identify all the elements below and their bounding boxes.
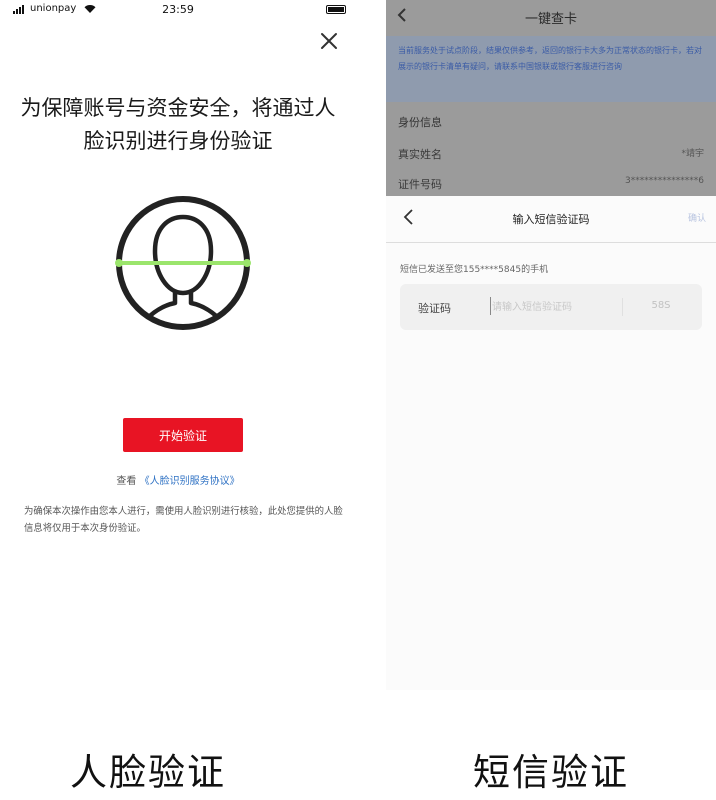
field-label: 真实姓名 <box>398 148 442 161</box>
page-title: 为保障账号与资金安全，将通过人脸识别进行身份验证 <box>20 96 336 153</box>
face-scan-icon <box>115 196 251 330</box>
background-page-title: 一键查卡 <box>524 12 577 27</box>
field-label: 证件号码 <box>398 178 442 191</box>
battery-icon <box>326 5 346 14</box>
pilot-notice-banner: 当前服务处于试点阶段，结果仅供参考，返回的银行卡大多为正常状态的银行卡，若对展示… <box>386 36 716 102</box>
divider <box>622 298 623 316</box>
privacy-notice: 为确保本次操作由您本人进行，需使用人脸识别进行核验，此处您提供的人脸信息将仅用于… <box>24 506 343 534</box>
agreement-line: 查看 《人脸识别服务协议》 <box>0 472 356 487</box>
dimmed-background-page: 一键查卡 当前服务处于试点阶段，结果仅供参考，返回的银行卡大多为正常状态的银行卡… <box>386 0 716 196</box>
caption-sms-verification: 短信验证 <box>473 751 629 794</box>
sheet-title: 输入短信验证码 <box>512 213 590 226</box>
field-value: *靖宇 <box>681 149 704 159</box>
sms-code-input[interactable] <box>492 297 622 317</box>
status-time: 23:59 <box>162 3 194 16</box>
caption-face-verification: 人脸验证 <box>70 751 226 794</box>
sms-verification-screen: 一键查卡 当前服务处于试点阶段，结果仅供参考，返回的银行卡大多为正常状态的银行卡… <box>386 0 716 690</box>
code-label: 验证码 <box>418 302 451 315</box>
id-number-row: 证件号码 3***************6 <box>398 176 704 198</box>
identity-section-label: 身份信息 <box>398 116 442 129</box>
agreement-prefix: 查看 <box>116 476 137 487</box>
start-verification-button[interactable]: 开始验证 <box>123 418 243 452</box>
divider <box>386 242 716 243</box>
field-value: 3***************6 <box>625 176 704 186</box>
text-cursor <box>490 297 491 315</box>
status-bar: unionpay 23:59 <box>0 0 356 18</box>
agreement-link[interactable]: 《人脸识别服务协议》 <box>140 476 240 487</box>
sms-code-field: 验证码 58S <box>400 284 702 330</box>
confirm-button[interactable]: 确认 <box>688 211 706 224</box>
close-icon[interactable] <box>318 30 340 52</box>
sms-sent-notice: 短信已发送至您155****5845的手机 <box>400 265 549 275</box>
sms-code-sheet: 输入短信验证码 确认 短信已发送至您155****5845的手机 验证码 58S <box>386 196 716 690</box>
resend-countdown[interactable]: 58S <box>632 300 690 311</box>
face-verification-screen: unionpay 23:59 为保障账号与资金安全，将通过人脸识别进行身份验证 … <box>0 0 356 690</box>
real-name-row: 真实姓名 *靖宇 <box>398 146 704 168</box>
